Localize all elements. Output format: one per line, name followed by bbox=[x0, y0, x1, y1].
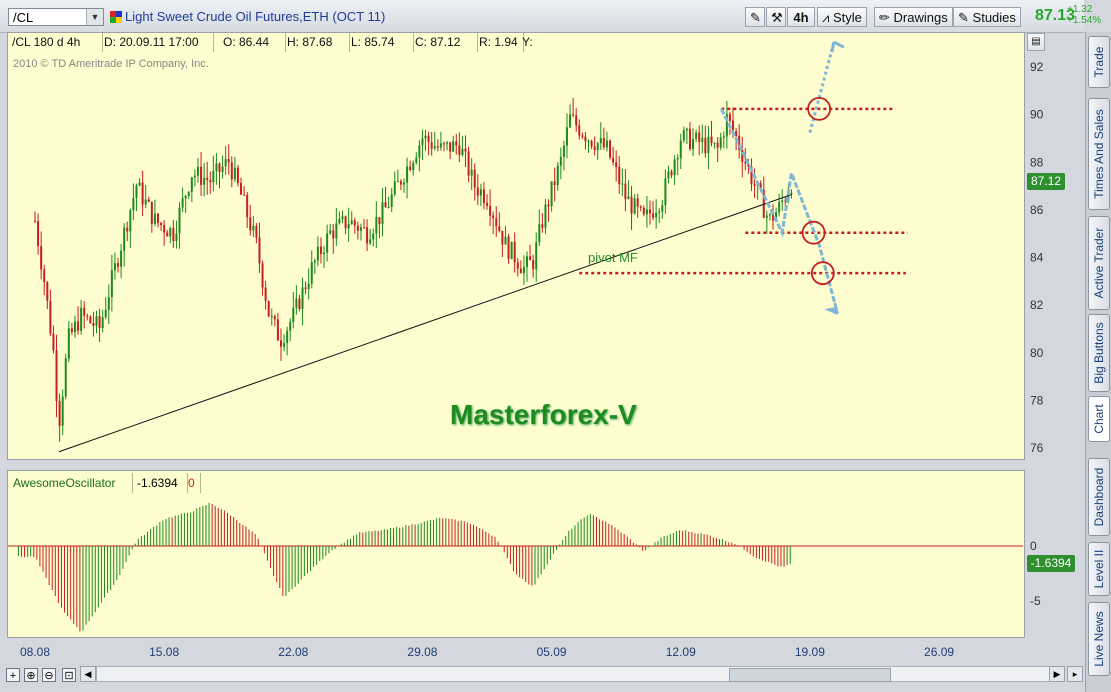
chart-icon: ▤ bbox=[1031, 36, 1041, 47]
date-axis-label: 12.09 bbox=[666, 645, 696, 659]
symbol-dropdown-icon[interactable]: ▼ bbox=[86, 9, 103, 25]
oscillator-panel bbox=[7, 470, 1025, 638]
price-panel bbox=[7, 32, 1025, 460]
wrench-icon: ✎ bbox=[750, 10, 761, 25]
scroll-end-button[interactable]: ▸ bbox=[1067, 666, 1083, 682]
copyright: 2010 © TD Ameritrade IP Company, Inc. bbox=[13, 58, 209, 70]
price-badge: 87.12 bbox=[1027, 173, 1065, 190]
price-axis-label: 82 bbox=[1030, 298, 1044, 312]
price-axis-label: 90 bbox=[1030, 108, 1044, 122]
settings-button[interactable]: ⚒ bbox=[766, 7, 786, 27]
scroll-left-button[interactable]: ◀ bbox=[80, 666, 96, 682]
studies-icon: ✎ bbox=[958, 10, 969, 25]
oscillator-badge: -1.6394 bbox=[1027, 555, 1075, 572]
info-high: H: 87.68 bbox=[283, 33, 350, 52]
tab-active-trader[interactable]: Active Trader bbox=[1088, 216, 1110, 310]
price-axis-label: 92 bbox=[1030, 60, 1044, 74]
info-range: R: 1.94 bbox=[475, 33, 524, 52]
zoom-add-icon[interactable]: + bbox=[6, 668, 20, 682]
scroll-thumb[interactable] bbox=[729, 668, 891, 682]
pivot-label: pivot MF bbox=[588, 250, 638, 265]
period-label: 4h bbox=[793, 10, 809, 25]
change-value: +1.32 bbox=[1067, 4, 1093, 15]
drawings-button[interactable]: ✏ Drawings bbox=[874, 7, 953, 27]
watermark: Masterforex-V bbox=[450, 399, 637, 430]
studies-button[interactable]: ✎ Studies bbox=[953, 7, 1021, 27]
tab-times-and-sales[interactable]: Times And Sales bbox=[1088, 98, 1110, 210]
tab-label: Big Buttons bbox=[1092, 322, 1106, 384]
tab-label: Times And Sales bbox=[1092, 109, 1106, 199]
oscillator-extra: 0 bbox=[184, 473, 201, 493]
chart-settings-button[interactable]: ▤ bbox=[1027, 33, 1045, 51]
price-axis-label: 86 bbox=[1030, 203, 1044, 217]
tab-label: Trade bbox=[1092, 46, 1106, 78]
info-low: L: 85.74 bbox=[347, 33, 414, 52]
change-percent: +1.54% bbox=[1067, 15, 1102, 26]
studies-label: Studies bbox=[972, 10, 1016, 25]
oscillator-name: AwesomeOscillator bbox=[9, 473, 133, 493]
symbol-color-icon bbox=[110, 11, 122, 23]
drawing-tools-button[interactable]: ✎ bbox=[745, 7, 765, 27]
period-button[interactable]: 4h bbox=[787, 7, 815, 27]
horizontal-scrollbar[interactable] bbox=[96, 666, 1050, 682]
date-axis-label: 29.08 bbox=[407, 645, 437, 659]
drawings-label: Drawings bbox=[893, 10, 948, 25]
fit-icon[interactable]: ⊡ bbox=[62, 668, 76, 682]
tab-dashboard[interactable]: Dashboard bbox=[1088, 458, 1110, 536]
price-axis-label: 78 bbox=[1030, 393, 1044, 407]
tab-level-ii[interactable]: Level II bbox=[1088, 542, 1110, 596]
style-button[interactable]: ⩘ Style bbox=[817, 7, 867, 27]
date-axis-label: 26.09 bbox=[924, 645, 954, 659]
info-y: Y: bbox=[522, 35, 533, 49]
date-axis-label: 19.09 bbox=[795, 645, 825, 659]
info-date: D: 20.09.11 17:00 bbox=[100, 33, 214, 52]
pencil-icon: ✏ bbox=[879, 10, 890, 25]
date-axis-label: 15.08 bbox=[149, 645, 179, 659]
style-label: Style bbox=[832, 10, 862, 25]
zoom-out-icon[interactable]: ⊖ bbox=[42, 668, 56, 682]
price-axis-label: 88 bbox=[1030, 155, 1044, 169]
tools-icon: ⚒ bbox=[771, 10, 783, 25]
tab-label: Active Trader bbox=[1092, 227, 1106, 299]
tab-chart[interactable]: Chart bbox=[1088, 396, 1110, 442]
date-axis-label: 08.08 bbox=[20, 645, 50, 659]
price-axis-label: 76 bbox=[1030, 441, 1044, 455]
tab-big-buttons[interactable]: Big Buttons bbox=[1088, 314, 1110, 392]
tab-label: Dashboard bbox=[1092, 467, 1106, 527]
symbol-value: /CL bbox=[13, 10, 34, 25]
price-axis-label: 84 bbox=[1030, 251, 1044, 265]
price-axis-label: 80 bbox=[1030, 346, 1044, 360]
tab-label: Level II bbox=[1092, 549, 1106, 589]
tab-trade[interactable]: Trade bbox=[1088, 36, 1110, 88]
style-icon: ⩘ bbox=[822, 10, 830, 25]
price-change: +1.32 +1.54% bbox=[1067, 4, 1101, 26]
oscillator-value: -1.6394 bbox=[133, 473, 188, 493]
symbol-input[interactable]: /CL ▼ bbox=[8, 8, 104, 26]
tab-label: Live News bbox=[1092, 611, 1106, 667]
info-symbol: /CL 180 d 4h bbox=[8, 33, 103, 52]
date-axis-label: 05.09 bbox=[537, 645, 567, 659]
osc-axis-label: -5 bbox=[1030, 594, 1041, 608]
info-open: O: 86.44 bbox=[219, 33, 286, 52]
tab-live-news[interactable]: Live News bbox=[1088, 602, 1110, 676]
info-close: C: 87.12 bbox=[411, 33, 478, 52]
date-axis-label: 22.08 bbox=[278, 645, 308, 659]
zoom-in-icon[interactable]: ⊕ bbox=[24, 668, 38, 682]
scroll-right-button[interactable]: ▶ bbox=[1049, 666, 1065, 682]
instrument-title: Light Sweet Crude Oil Futures,ETH (OCT 1… bbox=[125, 9, 386, 24]
tab-label: Chart bbox=[1092, 404, 1106, 434]
side-tab-bar: Trade Times And Sales Active Trader Big … bbox=[1085, 32, 1111, 692]
osc-axis-label: 0 bbox=[1030, 539, 1037, 553]
